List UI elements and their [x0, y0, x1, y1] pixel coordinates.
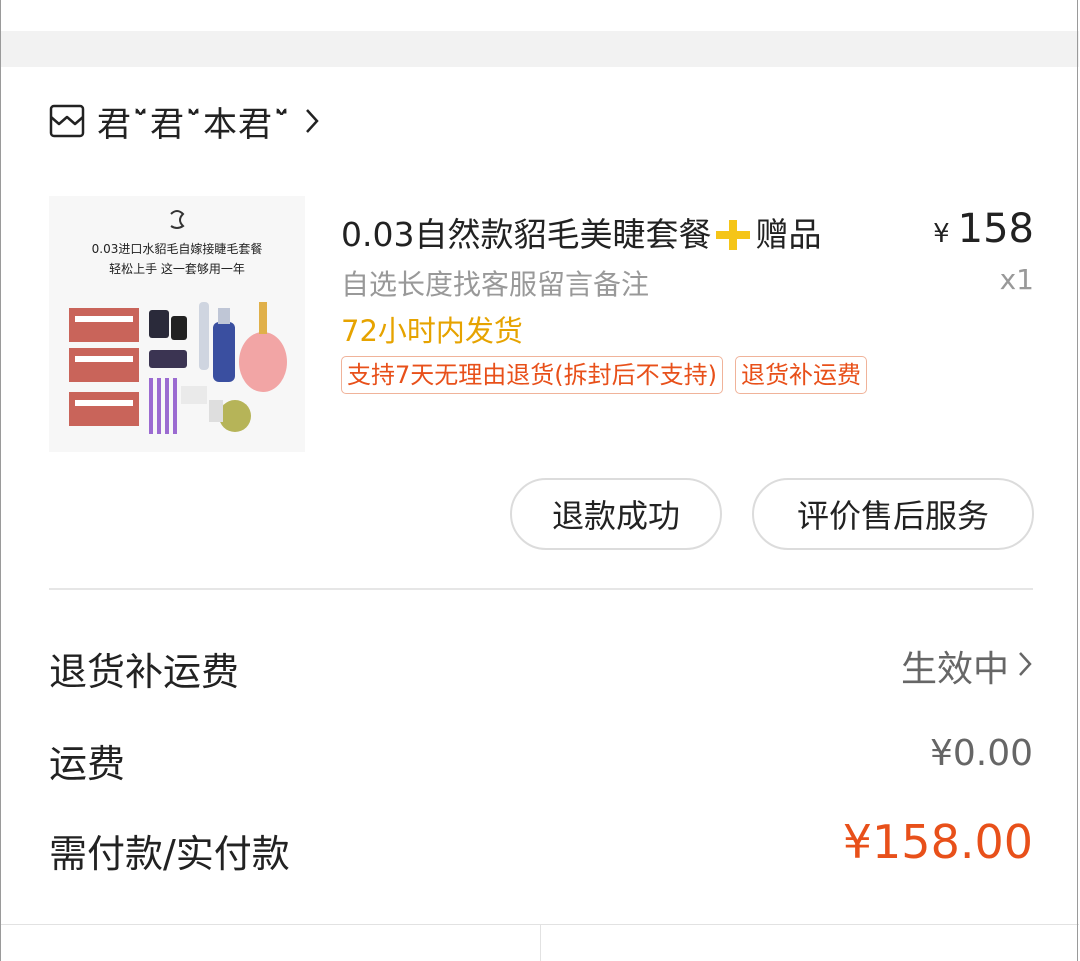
order-actions: 退款成功 评价售后服务: [510, 478, 1034, 550]
price-currency: ¥: [933, 219, 950, 249]
top-gray-band: [1, 31, 1079, 67]
product-variant: 自选长度找客服留言备注: [341, 268, 650, 301]
divider: [49, 588, 1033, 590]
refund-success-button[interactable]: 退款成功: [510, 478, 722, 550]
product-image[interactable]: 0.03进口水貂毛自嫁接睫毛套餐 轻松上手 这一套够用一年: [49, 196, 305, 452]
product-image-text-1: 0.03进口水貂毛自嫁接睫毛套餐: [91, 242, 263, 256]
product-image-text-2: 轻松上手 这一套够用一年: [109, 262, 245, 276]
product-price: ¥ 158: [933, 206, 1034, 252]
chevron-right-icon: [1017, 646, 1033, 687]
paid-label: 需付款/实付款: [49, 832, 290, 876]
product-title-text: 0.03自然款貂毛美睫套餐: [341, 215, 712, 254]
shipping-value: ¥0.00: [929, 733, 1033, 774]
plus-icon: [713, 218, 753, 260]
shipping-label: 运费: [49, 742, 126, 786]
paid-value: ¥158.00: [842, 815, 1033, 869]
tag-return-shipping: 退货补运费: [735, 356, 867, 394]
product-kit-illustration: [69, 302, 287, 434]
brand-logo-icon: [170, 210, 185, 229]
chevron-right-icon: [303, 106, 321, 136]
return-shipping-status-text: 生效中: [900, 649, 1009, 690]
return-shipping-status[interactable]: 生效中: [901, 640, 1033, 692]
service-tags: 支持7天无理由退货(拆封后不支持) 退货补运费: [341, 356, 867, 394]
ship-time-note: 72小时内发货: [341, 314, 523, 348]
bottom-split: [540, 925, 541, 961]
product-quantity: x1: [999, 263, 1034, 296]
return-shipping-label: 退货补运费: [49, 650, 240, 694]
product-title[interactable]: 0.03自然款貂毛美睫套餐 赠品: [341, 208, 821, 260]
product-title-gift: 赠品: [755, 215, 822, 254]
shop-name: 君ˇ̈君ˇ̈本君ˇ̈: [97, 104, 291, 145]
price-amount: 158: [957, 206, 1034, 252]
review-after-sale-button[interactable]: 评价售后服务: [752, 478, 1034, 550]
tag-seven-day-return: 支持7天无理由退货(拆封后不支持): [341, 356, 723, 394]
shop-header[interactable]: 君ˇ̈君ˇ̈本君ˇ̈: [49, 98, 321, 145]
shop-icon: [49, 103, 85, 139]
